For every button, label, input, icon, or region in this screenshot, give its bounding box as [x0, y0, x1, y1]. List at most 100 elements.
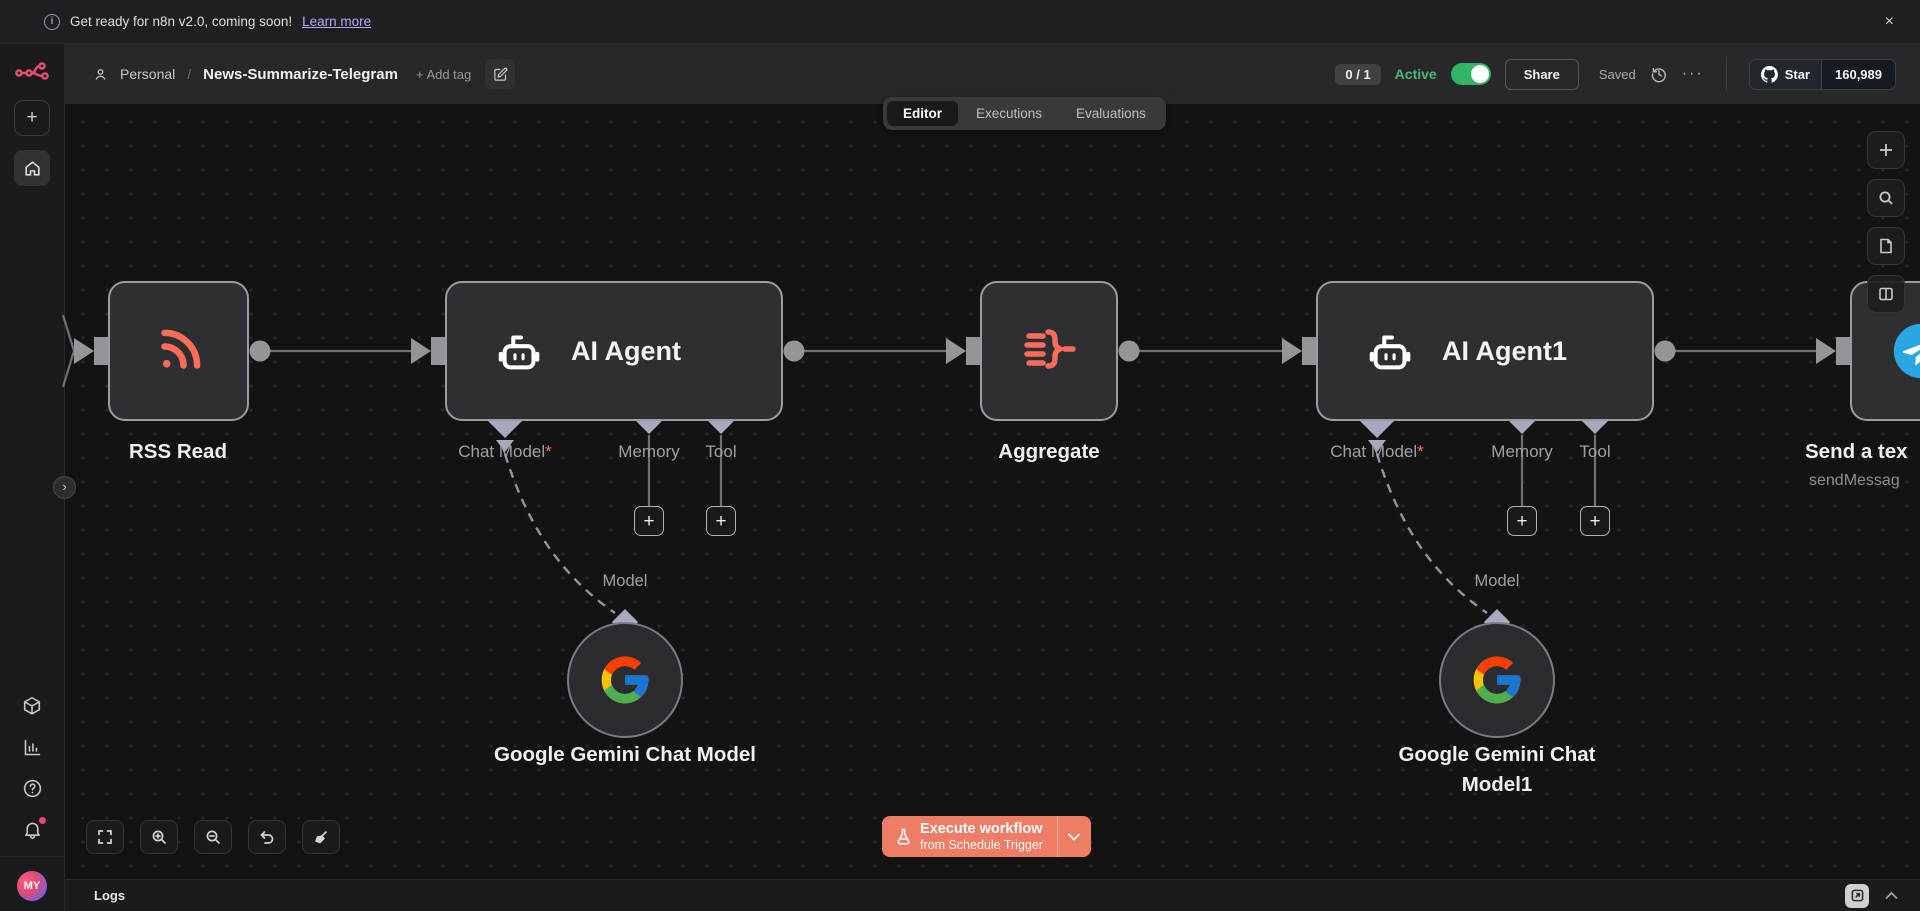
node-title: AI Agent1: [1442, 336, 1567, 367]
banner-close-icon[interactable]: ×: [1885, 14, 1894, 30]
info-icon: i: [44, 14, 60, 30]
execute-title: Execute workflow: [920, 820, 1043, 838]
tab-editor[interactable]: Editor: [887, 101, 958, 126]
open-logs-window-button[interactable]: [1845, 884, 1869, 908]
more-options-icon[interactable]: ···: [1682, 65, 1704, 83]
notifications-bell-icon[interactable]: [22, 819, 43, 840]
saved-status: Saved: [1599, 67, 1636, 82]
port-label-model: Model: [1475, 572, 1520, 591]
node-label-rss: RSS Read: [129, 440, 227, 464]
node-gemini-chat-model1[interactable]: [1439, 622, 1555, 738]
telegram-icon: [1892, 322, 1920, 380]
github-star-label: Star: [1785, 67, 1810, 82]
view-tabs: Editor Executions Evaluations: [883, 97, 1166, 130]
plus-icon: [1878, 142, 1894, 158]
port-label-tool: Tool: [1579, 442, 1610, 462]
active-label: Active: [1395, 66, 1437, 82]
insights-icon[interactable]: [22, 737, 43, 758]
header-separator: [1726, 57, 1727, 91]
banner-learn-more-link[interactable]: Learn more: [302, 14, 371, 29]
tidy-up-button[interactable]: [302, 820, 340, 854]
left-sidebar: +: [0, 44, 65, 911]
github-star-count: 160,989: [1821, 60, 1895, 89]
add-tool-button[interactable]: +: [706, 506, 736, 536]
tab-evaluations[interactable]: Evaluations: [1060, 101, 1162, 126]
user-avatar[interactable]: MY: [17, 871, 47, 901]
workflow-name[interactable]: News-Summarize-Telegram: [203, 66, 398, 83]
file-icon: [1878, 238, 1894, 254]
notification-dot: [39, 817, 46, 824]
node-label-gemini2: Google Gemini Chat Model1: [1362, 740, 1632, 799]
add-memory-button[interactable]: +: [1507, 506, 1537, 536]
sidebar-divider: [0, 856, 64, 857]
execute-options-caret[interactable]: [1057, 816, 1091, 857]
node-sublabel-telegram: sendMessag: [1809, 472, 1900, 490]
undo-button[interactable]: [248, 820, 286, 854]
port-label-chat-model: Chat Model*: [458, 442, 552, 462]
port-label-memory: Memory: [618, 442, 679, 462]
google-icon: [1469, 652, 1525, 708]
add-tool-button[interactable]: +: [1580, 506, 1610, 536]
workflow-history-icon[interactable]: [1650, 65, 1668, 83]
chevron-down-icon: [1068, 833, 1080, 841]
port-label-model: Model: [603, 572, 648, 591]
execute-subtitle: from Schedule Trigger: [920, 838, 1043, 854]
rename-workflow-button[interactable]: [485, 59, 515, 89]
zoom-in-button[interactable]: [140, 820, 178, 854]
execution-count-badge: 0 / 1: [1335, 64, 1380, 85]
search-nodes-button[interactable]: [1867, 179, 1905, 217]
logs-panel-header[interactable]: Logs: [65, 879, 1920, 911]
robot-icon: [1366, 329, 1416, 373]
banner-text: Get ready for n8n v2.0, coming soon!: [70, 14, 292, 29]
node-aggregate[interactable]: [980, 281, 1118, 421]
fit-view-icon: [97, 829, 113, 845]
help-icon[interactable]: [22, 778, 43, 799]
toggle-knob: [1471, 65, 1489, 83]
add-memory-button[interactable]: +: [634, 506, 664, 536]
node-ai-agent[interactable]: AI Agent: [445, 281, 783, 421]
workflow-header: Personal / News-Summarize-Telegram + Add…: [65, 44, 1920, 104]
add-node-button[interactable]: [1867, 131, 1905, 169]
zoom-to-fit-button[interactable]: [86, 820, 124, 854]
rss-icon: [150, 322, 208, 380]
workflow-edges: [65, 104, 1920, 879]
add-workflow-button[interactable]: +: [14, 100, 50, 136]
expand-panel-chevron[interactable]: ›: [53, 476, 76, 499]
zoom-out-button[interactable]: [194, 820, 232, 854]
templates-icon[interactable]: [21, 695, 43, 717]
node-label-gemini1: Google Gemini Chat Model: [490, 740, 760, 770]
chevron-up-icon[interactable]: [1885, 891, 1898, 900]
execute-workflow-button[interactable]: Execute workflow from Schedule Trigger: [882, 816, 1091, 857]
node-title: AI Agent: [571, 336, 681, 367]
port-label-chat-model: Chat Model*: [1330, 442, 1424, 462]
active-toggle[interactable]: [1451, 63, 1491, 85]
tab-executions[interactable]: Executions: [960, 101, 1058, 126]
undo-icon: [259, 829, 275, 845]
search-icon: [1878, 190, 1894, 206]
node-label-telegram: Send a tex: [1805, 440, 1908, 464]
github-star-widget[interactable]: Star 160,989: [1749, 59, 1896, 90]
port-label-tool: Tool: [705, 442, 736, 462]
robot-icon: [495, 329, 545, 373]
node-gemini-chat-model[interactable]: [567, 622, 683, 738]
n8n-logo[interactable]: [15, 60, 49, 82]
sidebar-item-overview[interactable]: [14, 150, 50, 186]
pop-out-icon: [1851, 889, 1864, 902]
aggregate-icon: [1019, 325, 1079, 377]
canvas-right-toolbar: [1867, 131, 1905, 313]
breadcrumb: Personal / News-Summarize-Telegram: [93, 66, 398, 83]
canvas-bottom-toolbar: [86, 820, 340, 854]
node-rss-read[interactable]: [108, 281, 249, 421]
sticky-note-button[interactable]: [1867, 227, 1905, 265]
tidy-up-icon: [313, 829, 329, 845]
workflow-canvas[interactable]: Editor Executions Evaluations: [65, 104, 1920, 879]
breadcrumb-project[interactable]: Personal: [120, 66, 175, 82]
node-label-aggregate: Aggregate: [998, 440, 1099, 464]
flask-icon: [896, 828, 911, 845]
node-ai-agent1[interactable]: AI Agent1: [1316, 281, 1654, 421]
add-tag-button[interactable]: + Add tag: [416, 67, 471, 82]
share-button[interactable]: Share: [1505, 59, 1579, 90]
zoom-out-icon: [205, 829, 221, 845]
toggle-panel-button[interactable]: [1867, 275, 1905, 313]
edit-icon: [493, 67, 508, 82]
